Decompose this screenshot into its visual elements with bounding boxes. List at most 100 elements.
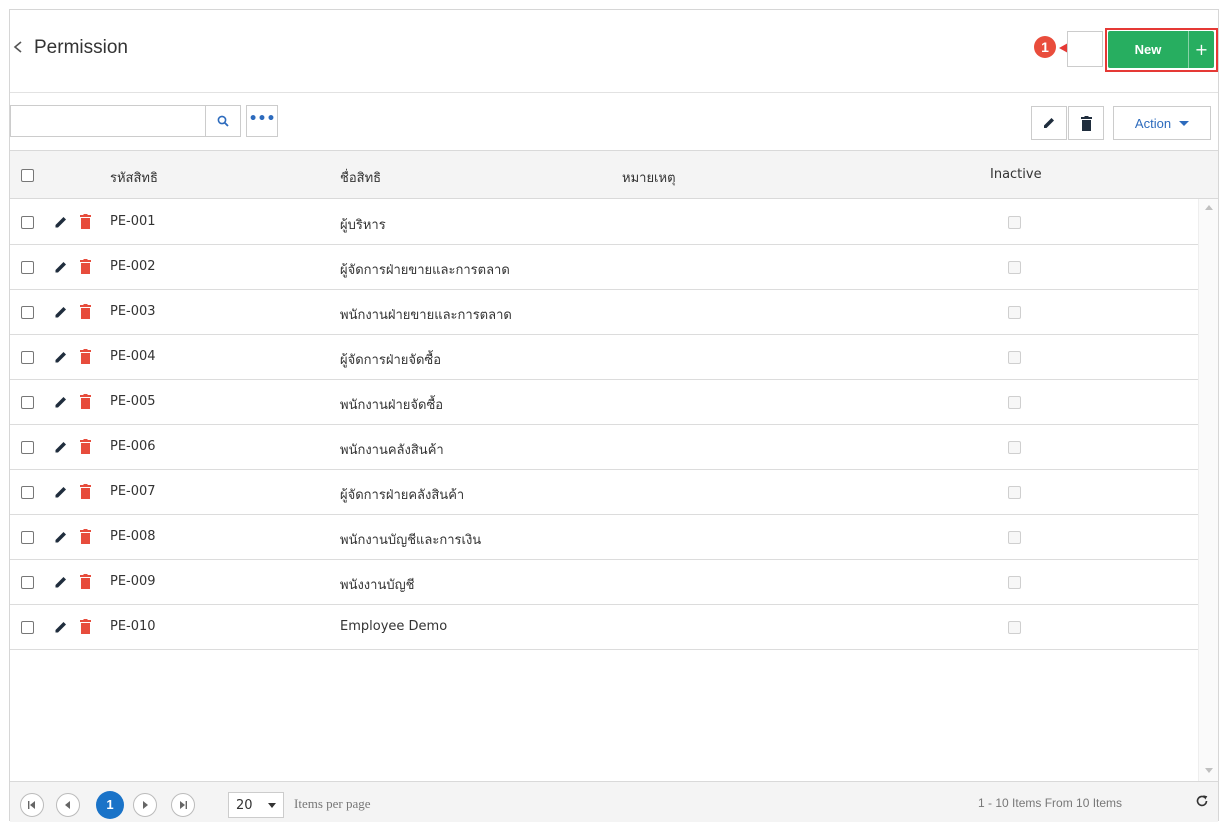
inactive-checkbox (1008, 441, 1021, 454)
pencil-icon[interactable] (54, 395, 68, 409)
table-row[interactable]: PE-006 พนักงานคลังสินค้า (10, 425, 1198, 470)
action-dropdown[interactable]: Action (1113, 106, 1211, 140)
more-options-button[interactable]: ••• (246, 105, 278, 137)
row-checkbox[interactable] (21, 576, 34, 589)
pencil-icon[interactable] (54, 575, 68, 589)
table-row[interactable]: PE-003 พนักงานฝ่ายขายและการตลาด (10, 290, 1198, 335)
back-chevron-icon[interactable] (12, 37, 32, 63)
permission-name: ผู้จัดการฝ่ายขายและการตลาด (340, 263, 510, 278)
row-checkbox[interactable] (21, 261, 34, 274)
trash-icon[interactable] (80, 439, 91, 454)
row-checkbox[interactable] (21, 486, 34, 499)
table-row[interactable]: PE-007 ผู้จัดการฝ่ายคลังสินค้า (10, 470, 1198, 515)
page-size-select[interactable]: 20 (228, 792, 284, 818)
column-header-inactive[interactable]: Inactive (990, 167, 1042, 182)
table-row[interactable]: PE-005 พนักงานฝ่ายจัดซื้อ (10, 380, 1198, 425)
permission-name: พนักงานฝ่ายจัดซื้อ (340, 398, 444, 413)
scroll-up-icon[interactable] (1205, 205, 1213, 210)
column-header-remark[interactable]: หมายเหตุ (622, 167, 676, 188)
column-header-code[interactable]: รหัสสิทธิ (110, 167, 158, 188)
edit-selected-button[interactable] (1031, 106, 1067, 140)
trash-icon[interactable] (80, 529, 91, 544)
new-button-label: New (1134, 42, 1162, 57)
trash-icon[interactable] (80, 214, 91, 229)
permission-code: PE-003 (110, 304, 156, 319)
delete-selected-button[interactable] (1068, 106, 1104, 140)
select-all-checkbox[interactable] (21, 169, 34, 182)
permission-name: ผู้จัดการฝ่ายจัดซื้อ (340, 353, 442, 368)
search-button[interactable] (205, 105, 241, 137)
table-row[interactable]: PE-001 ผู้บริหาร (10, 200, 1198, 245)
permission-name: พนักงานคลังสินค้า (340, 443, 444, 458)
next-page-icon (143, 801, 148, 809)
prev-page-button[interactable] (56, 793, 80, 817)
refresh-icon[interactable] (1195, 794, 1209, 808)
pencil-icon[interactable] (54, 530, 68, 544)
permission-window: Permission 1 New + ••• Action รหัสสิทธิ (9, 9, 1219, 822)
pencil-icon (1044, 118, 1054, 128)
inactive-checkbox (1008, 261, 1021, 274)
next-page-button[interactable] (133, 793, 157, 817)
table-row[interactable]: PE-002 ผู้จัดการฝ่ายขายและการตลาด (10, 245, 1198, 290)
row-checkbox[interactable] (21, 216, 34, 229)
column-header-name[interactable]: ชื่อสิทธิ (340, 167, 381, 188)
annotation-step-badge: 1 (1034, 36, 1056, 58)
table-row[interactable]: PE-008 พนักงานบัญชีและการเงิน (10, 515, 1198, 560)
table-row[interactable]: PE-009 พนังงานบัญชี (10, 560, 1198, 605)
pencil-icon[interactable] (54, 215, 68, 229)
grid-scrollbar[interactable] (1198, 199, 1218, 781)
row-checkbox[interactable] (21, 621, 34, 634)
table-row[interactable]: PE-004 ผู้จัดการฝ่ายจัดซื้อ (10, 335, 1198, 380)
inactive-checkbox (1008, 621, 1021, 634)
trash-icon[interactable] (80, 484, 91, 499)
permission-code: PE-009 (110, 574, 156, 589)
trash-icon[interactable] (80, 394, 91, 409)
current-page-button[interactable]: 1 (96, 791, 124, 819)
pencil-icon[interactable] (54, 485, 68, 499)
trash-icon[interactable] (80, 304, 91, 319)
blank-toolbar-button[interactable] (1067, 31, 1103, 67)
new-button[interactable]: New + (1108, 31, 1214, 68)
search-input[interactable] (10, 105, 206, 137)
trash-icon[interactable] (80, 349, 91, 364)
row-checkbox[interactable] (21, 306, 34, 319)
inactive-checkbox (1008, 531, 1021, 544)
permission-code: PE-004 (110, 349, 156, 364)
pencil-icon[interactable] (54, 440, 68, 454)
page-header: Permission 1 New + (10, 10, 1218, 93)
trash-icon[interactable] (80, 574, 91, 589)
permission-name: พนังงานบัญชี (340, 578, 415, 593)
pencil-icon[interactable] (54, 350, 68, 364)
inactive-checkbox (1008, 306, 1021, 319)
caret-down-icon (268, 802, 276, 808)
permission-name: ผู้บริหาร (340, 218, 386, 233)
grid-header: รหัสสิทธิ ชื่อสิทธิ หมายเหตุ Inactive (10, 151, 1218, 199)
permission-code: PE-008 (110, 529, 156, 544)
permission-name: Employee Demo (340, 619, 448, 634)
page-title: Permission (34, 37, 128, 58)
plus-icon: + (1188, 31, 1214, 68)
caret-down-icon (1179, 120, 1190, 126)
table-row[interactable]: PE-010 Employee Demo (10, 605, 1198, 650)
row-checkbox[interactable] (21, 441, 34, 454)
inactive-checkbox (1008, 216, 1021, 229)
row-checkbox[interactable] (21, 396, 34, 409)
trash-icon[interactable] (80, 259, 91, 274)
row-checkbox[interactable] (21, 531, 34, 544)
permission-name: พนักงานบัญชีและการเงิน (340, 533, 482, 548)
permission-code: PE-010 (110, 619, 156, 634)
trash-icon[interactable] (80, 619, 91, 634)
permission-code: PE-007 (110, 484, 156, 499)
last-page-button[interactable] (171, 793, 195, 817)
pencil-icon[interactable] (54, 260, 68, 274)
pencil-icon[interactable] (54, 620, 68, 634)
first-page-icon (28, 801, 35, 809)
pager: 1 20 Items per page 1 - 10 Items From 10… (10, 781, 1218, 822)
pencil-icon[interactable] (54, 305, 68, 319)
pager-summary: 1 - 10 Items From 10 Items (978, 796, 1123, 810)
row-checkbox[interactable] (21, 351, 34, 364)
scroll-down-icon[interactable] (1205, 768, 1213, 773)
prev-page-icon (65, 801, 70, 809)
first-page-button[interactable] (20, 793, 44, 817)
permission-code: PE-001 (110, 214, 156, 229)
